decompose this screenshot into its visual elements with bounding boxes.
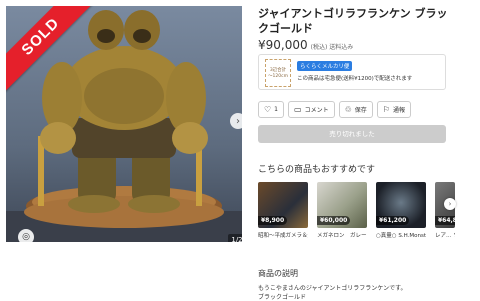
recommend-name: ○真量○ S.H.MonsterArts… [376,233,426,239]
chevron-right-icon[interactable]: › [444,198,456,210]
product-title: ジャイアントゴリラフランケン ブラックゴールド [258,7,448,35]
shipping-method-tag: らくらくメルカリ便 [297,61,353,71]
camera-lens-icon[interactable]: ◎ [18,229,34,242]
comment-icon: ▭ [294,105,302,114]
recommend-thumbnail: ¥8,900 [258,182,308,228]
recommend-thumbnail: ¥60,000 [317,182,367,228]
package-size-icon: 3辺合計 ～120cm [265,59,291,87]
comment-button[interactable]: ▭ コメント [288,101,335,118]
description-heading: 商品の説明 [258,269,298,278]
save-label: 保存 [354,107,367,114]
price-note: (税込) 送料込み [310,44,354,51]
description-text: もうこやまさんのジャイアントゴリラフランケンです。 ブラックゴールド [258,285,407,301]
heart-icon: ♡ [264,105,272,114]
recommend-list: ¥8,900 昭和〜平成ガメラ＆登場怪獣（パ… ¥60,000 メガネロン ガレ… [258,182,455,240]
like-count: 1 [274,106,278,113]
product-price: ¥90,000 [258,38,308,52]
report-button[interactable]: ⚐ 通報 [376,101,411,118]
action-buttons: ♡ 1 ▭ コメント ♲ 保存 ⚐ 通報 [258,101,411,118]
save-icon: ♲ [344,105,352,114]
recommend-item[interactable]: ¥64,8 レア… ソフビ… [435,182,455,240]
recommend-item[interactable]: ¥61,200 ○真量○ S.H.MonsterArts… [376,182,426,240]
price-row: ¥90,000 (税込) 送料込み [258,38,353,52]
chevron-right-icon[interactable]: › [230,113,242,129]
recommend-name: メガネロン ガレージキット完成… [317,233,367,239]
shipping-text: この商品は宅急便(送料¥1200)で配送されます [297,76,413,82]
recommend-price: ¥61,200 [376,216,410,225]
sold-out-button[interactable]: 売り切れました [258,125,446,143]
shipping-info: 3辺合計 ～120cm らくらくメルカリ便 この商品は宅急便(送料¥1200)で… [258,54,446,90]
image-counter: 1/2 [228,234,242,242]
save-button[interactable]: ♲ 保存 [338,101,373,118]
comment-label: コメント [304,107,329,114]
recommend-item[interactable]: ¥60,000 メガネロン ガレージキット完成… [317,182,367,240]
recommend-thumbnail: ¥61,200 [376,182,426,228]
product-image-gallery[interactable]: SOLD › 1/2 ◎ [6,6,242,242]
recommend-price: ¥64,8 [435,216,455,225]
recommend-price: ¥60,000 [317,216,351,225]
recommend-item[interactable]: ¥8,900 昭和〜平成ガメラ＆登場怪獣（パ… [258,182,308,240]
recommend-name: 昭和〜平成ガメラ＆登場怪獣（パ… [258,233,308,239]
recommend-name: レア… ソフビ… [435,233,455,239]
like-button[interactable]: ♡ 1 [258,101,284,118]
report-label: 通報 [392,107,405,114]
report-icon: ⚐ [382,105,390,114]
recommend-price: ¥8,900 [258,216,288,225]
recommend-heading: こちらの商品もおすすめです [258,165,376,175]
